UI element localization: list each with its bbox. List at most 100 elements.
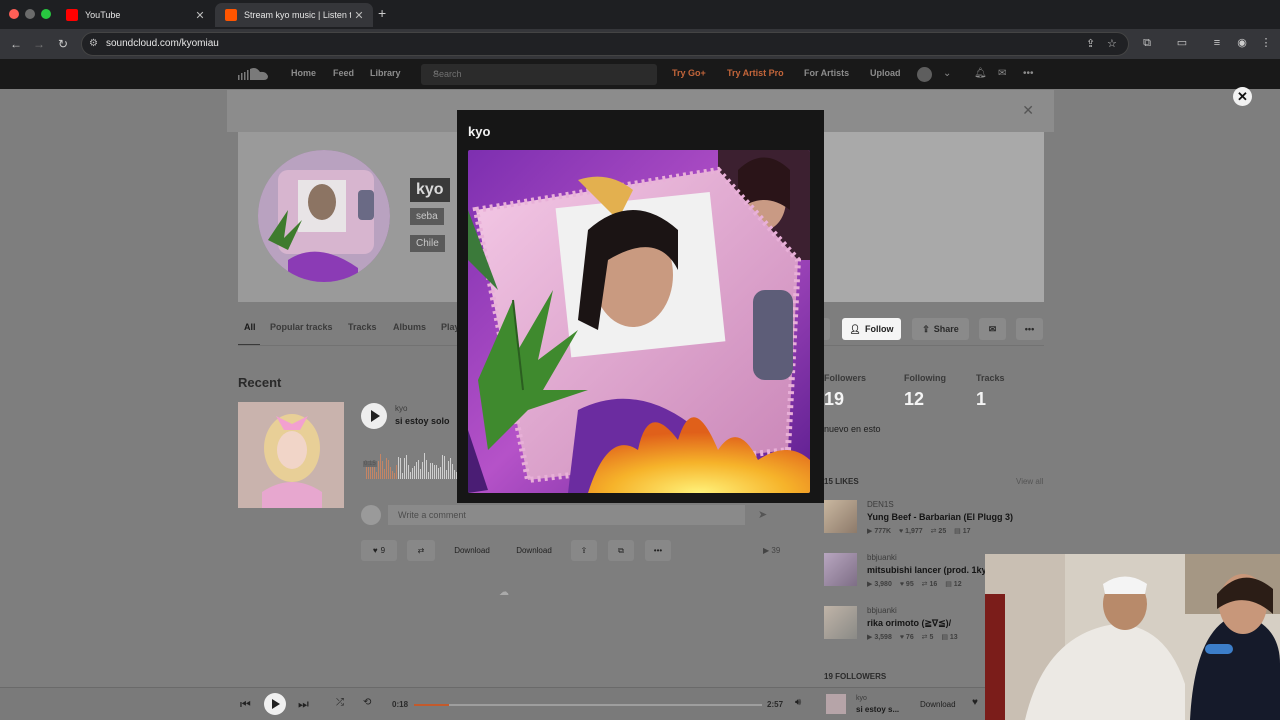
install-icon[interactable]: ⇪ <box>1086 37 1095 50</box>
volume-icon[interactable]: 🔊︎ <box>795 697 801 708</box>
cast-icon[interactable]: ▭ <box>1175 36 1189 50</box>
message-button[interactable]: ✉ <box>979 318 1006 340</box>
next-track-icon[interactable]: ⏭ <box>298 697 309 712</box>
profile-icon[interactable]: ◉ <box>1235 36 1249 50</box>
nav-for-artists[interactable]: For Artists <box>804 68 849 78</box>
liked-track-user[interactable]: bbjuanki <box>867 553 897 562</box>
heart-icon: ♥ <box>372 546 378 555</box>
forward-icon[interactable]: → <box>31 36 47 52</box>
nav-library[interactable]: Library <box>370 68 401 78</box>
now-playing-artist[interactable]: kyo <box>856 695 867 702</box>
back-icon[interactable]: ← <box>8 36 24 52</box>
share-track-button[interactable]: ⇪ <box>571 540 597 561</box>
more-button[interactable]: ••• <box>1016 318 1043 340</box>
player-like-icon[interactable]: ♥ <box>972 697 978 708</box>
messages-icon[interactable]: ✉ <box>998 68 1006 79</box>
address-bar[interactable]: ⚙ soundcloud.com/kyomiau ⇪ ☆ <box>81 32 1129 56</box>
tab-albums[interactable]: Albums <box>393 322 426 332</box>
nav-try-go-plus[interactable]: Try Go+ <box>672 68 706 78</box>
zoom-window-icon[interactable] <box>41 9 51 19</box>
shuffle-icon[interactable]: ⤮ <box>336 697 344 708</box>
profile-avatar[interactable] <box>258 150 390 282</box>
send-icon[interactable]: ➤ <box>758 508 767 521</box>
plays-value: 3,598 <box>874 634 892 641</box>
tracks-count[interactable]: 1 <box>976 389 986 410</box>
previous-track-icon[interactable]: ⏮ <box>240 697 251 712</box>
copy-link-button[interactable]: ⧉ <box>608 540 634 561</box>
followers-label[interactable]: Followers <box>824 373 866 383</box>
following-count[interactable]: 12 <box>904 389 924 410</box>
player-download[interactable]: Download <box>920 700 956 709</box>
like-button[interactable]: ♥ 9 <box>361 540 397 561</box>
liked-track-title[interactable]: rika orimoto (≧∇≦)/ <box>867 618 951 629</box>
now-playing-art[interactable] <box>826 694 846 714</box>
browser-tab-youtube[interactable]: YouTube ✕ <box>56 3 214 27</box>
tab-tracks[interactable]: Tracks <box>348 322 377 332</box>
download-button-2[interactable]: Download <box>508 540 560 561</box>
liked-track-title[interactable]: mitsubishi lancer (prod. 1kyo) <box>867 565 995 575</box>
liked-track-user[interactable]: bbjuanki <box>867 606 897 615</box>
share-button[interactable]: ⇪ Share <box>912 318 969 340</box>
bookmark-star-icon[interactable]: ☆ <box>1107 37 1117 50</box>
close-tab-icon[interactable]: ✕ <box>192 9 208 22</box>
following-label[interactable]: Following <box>904 373 946 383</box>
user-avatar[interactable] <box>917 67 932 82</box>
liked-track[interactable]: DEN1S Yung Beef - Barbarian (El Plugg 3)… <box>824 500 1024 535</box>
now-playing-title[interactable]: si estoy s... <box>856 705 899 714</box>
likes-value: 95 <box>905 581 914 588</box>
tab-all[interactable]: All <box>244 322 256 332</box>
reload-icon[interactable]: ↻ <box>55 36 71 52</box>
player-play-button[interactable] <box>264 693 286 715</box>
liked-track-stats: ▶ 777K ♥ 1,977 ⇄ 25 ▤ 17 <box>867 528 971 535</box>
search-input[interactable]: Search ⌕ <box>421 64 657 85</box>
more-options-icon[interactable]: ••• <box>1023 68 1034 79</box>
nav-feed[interactable]: Feed <box>333 68 354 78</box>
comment-input[interactable]: Write a comment <box>388 505 745 525</box>
menu-kebab-icon[interactable]: ⋮ <box>1259 36 1273 50</box>
nav-upload[interactable]: Upload <box>870 68 901 78</box>
follow-button[interactable]: 👤︎ Follow <box>842 318 901 340</box>
tab-popular-tracks[interactable]: Popular tracks <box>270 322 333 332</box>
waveform-bar <box>380 454 381 479</box>
browser-tab-soundcloud[interactable]: Stream kyo music | Listen to ✕ <box>215 3 373 27</box>
followers-count[interactable]: 19 <box>824 389 844 410</box>
site-info-icon[interactable]: ⚙ <box>89 38 98 49</box>
lightbox-image <box>468 150 810 493</box>
view-all-link[interactable]: View all <box>1016 477 1043 486</box>
followers-heading[interactable]: 19 FOLLOWERS <box>824 672 886 681</box>
soundcloud-favicon-icon <box>225 9 237 21</box>
waveform-bar <box>440 467 441 479</box>
progress-bar[interactable] <box>414 704 762 706</box>
search-icon[interactable]: ⌕ <box>433 67 645 80</box>
nav-home[interactable]: Home <box>291 68 316 78</box>
repost-button[interactable]: ⇄ <box>407 540 435 561</box>
track-waveform[interactable] <box>366 449 458 479</box>
liked-track-user[interactable]: DEN1S <box>867 500 894 509</box>
extensions-icon[interactable]: ⧉ <box>1140 36 1154 50</box>
likes-heading[interactable]: 15 LIKES <box>824 477 859 486</box>
nav-try-artist-pro[interactable]: Try Artist Pro <box>727 68 784 78</box>
notifications-bell-icon[interactable]: 🔔︎ <box>974 68 987 79</box>
new-tab-icon[interactable]: + <box>378 5 392 21</box>
soundcloud-logo-icon[interactable] <box>238 66 270 82</box>
waveform-bar <box>372 465 373 479</box>
waveform-bar <box>390 467 391 479</box>
close-window-icon[interactable] <box>9 9 19 19</box>
tab-title: Stream kyo music | Listen to <box>244 10 351 20</box>
track-title[interactable]: si estoy solo <box>395 416 450 426</box>
track-artwork[interactable] <box>238 402 344 508</box>
minimize-window-icon[interactable] <box>25 9 35 19</box>
loading-cloud-icon: ☁ <box>499 587 509 598</box>
close-tab-icon[interactable]: ✕ <box>351 9 367 22</box>
media-icon[interactable]: ≡ <box>1210 36 1224 50</box>
chevron-down-icon[interactable]: ⌄ <box>943 68 951 79</box>
track-more-button[interactable]: ••• <box>645 540 671 561</box>
close-banner-icon[interactable]: ✕ <box>1022 102 1034 119</box>
download-button-1[interactable]: Download <box>446 540 498 561</box>
repeat-icon[interactable]: ⟲ <box>363 697 371 708</box>
track-play-button[interactable] <box>361 403 387 429</box>
waveform-bar <box>444 456 445 479</box>
close-lightbox-icon[interactable]: ✕ <box>1233 87 1252 106</box>
liked-track-title[interactable]: Yung Beef - Barbarian (El Plugg 3) <box>867 512 1013 522</box>
tracks-label[interactable]: Tracks <box>976 373 1005 383</box>
